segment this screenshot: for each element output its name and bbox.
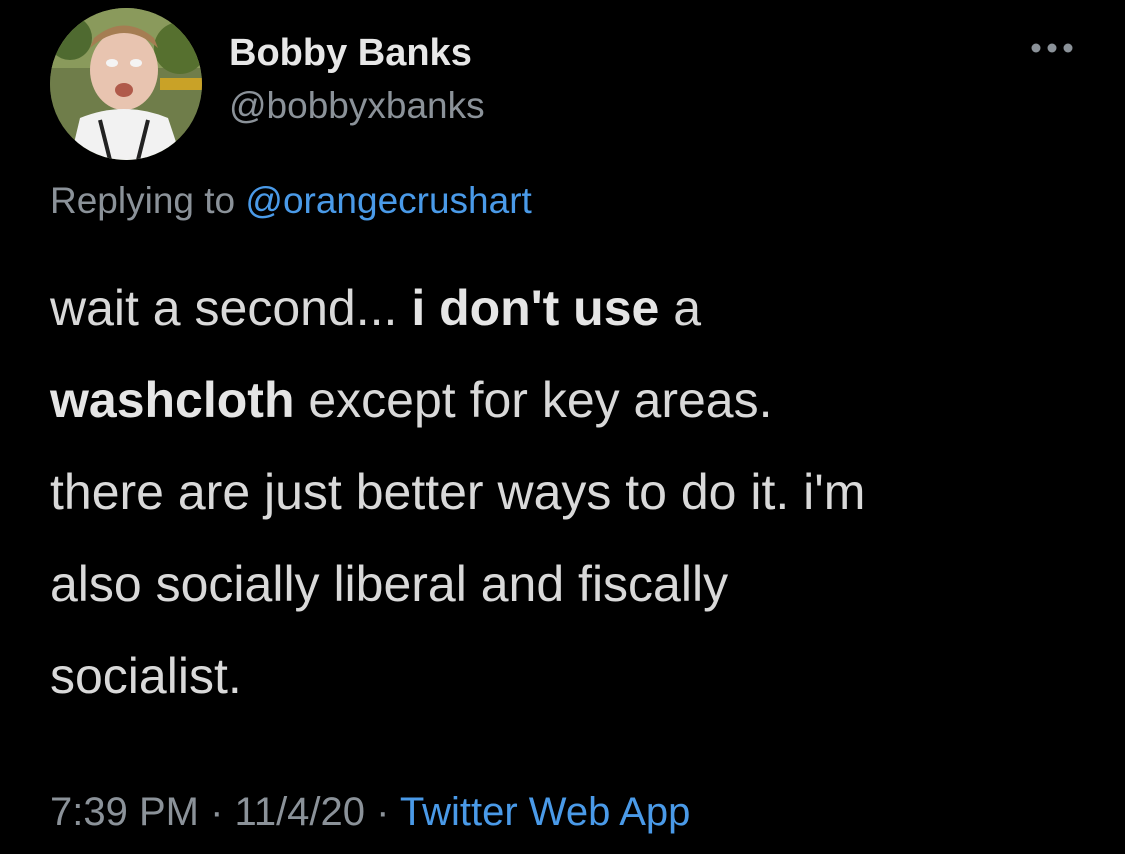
tweet-bold-segment: i don't use: [411, 280, 660, 336]
tweet-text-segment: a: [659, 280, 702, 336]
tweet-line: also socially liberal and fiscally: [50, 538, 1090, 630]
reply-mention-link[interactable]: @orangecrushart: [245, 180, 531, 221]
tweet-date[interactable]: 11/4/20: [235, 790, 366, 834]
tweet-source-link[interactable]: Twitter Web App: [400, 790, 691, 834]
tweet-text-segment: except for key areas.: [294, 372, 773, 428]
replying-to-line: Replying to @orangecrushart: [50, 180, 532, 222]
tweet-card: Bobby Banks @bobbyxbanks Replying to @or…: [0, 0, 1125, 854]
tweet-line: socialist.: [50, 630, 1090, 722]
tweet-line: washcloth except for key areas.: [50, 354, 1090, 446]
tweet-time[interactable]: 7:39 PM: [50, 790, 199, 834]
tweet-line: there are just better ways to do it. i'm: [50, 446, 1090, 538]
tweet-metadata: 7:39 PM · 11/4/20 · Twitter Web App: [50, 790, 690, 835]
tweet-text: wait a second... i don't use a washcloth…: [50, 262, 1090, 722]
meta-separator: ·: [210, 790, 224, 834]
avatar[interactable]: [50, 8, 202, 160]
tweet-text-segment: wait a second...: [50, 280, 412, 336]
tweet-line: wait a second... i don't use a: [50, 262, 1090, 354]
profile-photo-icon: [50, 8, 202, 160]
tweet-text-segment: socialist.: [50, 648, 242, 704]
display-name[interactable]: Bobby Banks: [229, 32, 472, 75]
tweet-text-segment: also socially liberal and fiscally: [50, 556, 729, 612]
user-handle[interactable]: @bobbyxbanks: [229, 85, 485, 127]
replying-to-label: Replying to: [50, 180, 236, 221]
more-horizontal-icon[interactable]: [1028, 36, 1076, 60]
meta-separator: ·: [376, 790, 390, 834]
tweet-bold-segment: washcloth: [50, 372, 295, 428]
tweet-text-segment: there are just better ways to do it. i'm: [50, 464, 866, 520]
